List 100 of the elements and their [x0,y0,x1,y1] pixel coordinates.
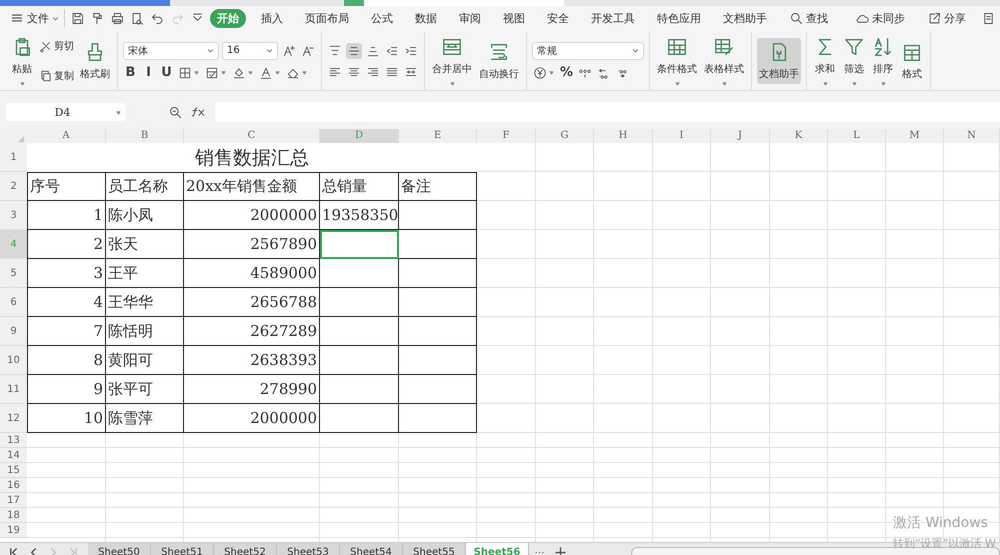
ribbon-tab[interactable]: 审阅 [452,8,488,28]
add-sheet-icon[interactable] [555,547,566,555]
column-header[interactable]: K [770,129,828,145]
name-box[interactable]: D4 [6,103,126,121]
column-header[interactable]: J [711,129,770,145]
currency-button[interactable] [532,64,556,80]
column-heading: 总销量 [320,172,399,201]
row-header[interactable]: 14 [0,448,27,463]
sheet-tab[interactable]: Sheet53 [277,543,340,555]
row-header[interactable]: 11 [0,375,27,404]
column-header[interactable]: I [653,129,711,145]
sheet-tab[interactable]: Sheet54 [340,543,403,555]
first-sheet-icon[interactable] [8,547,19,555]
format-button[interactable]: % [559,65,574,80]
printer-icon[interactable] [110,10,125,26]
table-cell: 278990 [184,375,320,404]
table-cell: 2627289 [184,317,320,346]
toolbar-button[interactable]: 文档助手 [757,38,801,84]
toolbar-button[interactable]: 剪切 [38,38,75,54]
sync-button[interactable]: 未同步 [848,8,912,28]
ribbon-tab[interactable]: 开发工具 [584,8,642,28]
sheet-tab[interactable]: Sheet52 [214,543,277,555]
caret-icon [52,14,59,22]
table-cell: 4589000 [184,259,320,288]
format-button[interactable]: I [141,65,156,80]
search-icon [789,10,804,26]
save-icon[interactable] [70,10,85,26]
column-heading: 序号 [27,172,106,201]
share-icon [927,10,942,26]
align-middle-button[interactable] [346,42,362,58]
sheet-tab[interactable]: Sheet51 [151,543,214,555]
align-top-icon [328,44,342,58]
table-cell: 9 [27,375,106,404]
ribbon-tab[interactable]: 插入 [254,8,290,28]
file-menu[interactable]: 文件 [10,10,59,26]
sheet-tab[interactable]: Sheet55 [403,543,466,555]
format-button[interactable]: B [123,65,138,80]
ribbon-tab[interactable]: 文档助手 [716,8,774,28]
ribbon-tab[interactable]: 视图 [496,8,532,28]
font-color-icon [259,66,273,80]
function-icon[interactable] [191,106,207,118]
column-header[interactable]: G [536,129,594,145]
currency-icon [533,66,547,80]
copy-icon [39,69,53,84]
toolbar-button[interactable]: 格式 [899,38,925,84]
toolbar-button[interactable]: 筛选 [841,32,867,90]
table-cell: 3 [27,259,106,288]
preview-icon[interactable] [130,10,145,26]
table-cell: 王华华 [106,288,184,317]
toolbar-button[interactable]: 自动换行 [477,38,521,84]
ribbon-tab[interactable]: 特色应用 [650,8,708,28]
wrap-text-icon [488,41,510,63]
toolbar-button[interactable]: 合并居中 [430,32,474,90]
row-header[interactable]: 2 [0,172,27,201]
row-header[interactable]: 1 [0,143,27,172]
toolbar-button[interactable]: 求和 [812,32,838,90]
column-heading: 备注 [399,172,477,201]
toolbar-button[interactable]: 排序 [870,32,896,90]
toolbar-button[interactable]: 复制 [38,68,75,84]
activation-title: 激活 Windows [893,514,989,532]
dropdown-field[interactable]: 常规 [532,42,644,60]
document-tab[interactable] [344,0,564,6]
row-header[interactable]: 18 [0,508,27,523]
row-header[interactable]: 9 [0,317,27,346]
ribbon-tab[interactable]: 安全 [540,8,576,28]
ribbon-tab[interactable]: 页面布局 [298,8,356,28]
column-header[interactable]: N [944,129,1000,145]
row-header[interactable]: 15 [0,463,27,478]
ribbon-tab[interactable]: 公式 [364,8,400,28]
zoom-icon[interactable] [168,104,183,120]
row-header[interactable]: 17 [0,493,27,508]
column-header[interactable]: L [828,129,886,145]
ribbon-tab[interactable]: 数据 [408,8,444,28]
row-header[interactable]: 12 [0,404,27,433]
table-cell: 7 [27,317,106,346]
row-header[interactable]: 19 [0,523,27,538]
share-button[interactable]: 分享 [920,8,973,28]
horizontal-scrollbar[interactable] [631,546,1000,555]
row-header[interactable]: 3 [0,201,27,230]
table-cell: 2656788 [184,288,320,317]
dropdown-field[interactable]: 16 [222,42,278,60]
dropdown-field[interactable]: 宋体 [123,42,219,60]
toolbar-button[interactable]: 条件格式 [655,32,699,90]
table-cell: 4 [27,288,106,317]
format-button[interactable]: U [159,65,174,80]
row-header[interactable]: 16 [0,478,27,493]
previous-sheet-icon[interactable] [28,547,39,555]
row-header[interactable]: 10 [0,346,27,375]
row-header[interactable]: 13 [0,433,27,448]
toolbar-button[interactable]: 表格样式 [702,32,746,90]
column-header[interactable]: H [594,129,653,145]
toolbar-button[interactable]: 粘贴 [9,32,35,90]
search-button[interactable]: 查找 [782,8,835,28]
row-header[interactable]: 6 [0,288,27,317]
caret-icon [115,108,122,116]
column-header[interactable]: M [886,129,944,145]
sheet-tab[interactable]: Sheet50 [88,543,151,555]
table-title: 销售数据汇总 [27,143,477,172]
row-header[interactable]: 5 [0,259,27,288]
toolbar-button[interactable]: 格式刷 [78,38,112,84]
